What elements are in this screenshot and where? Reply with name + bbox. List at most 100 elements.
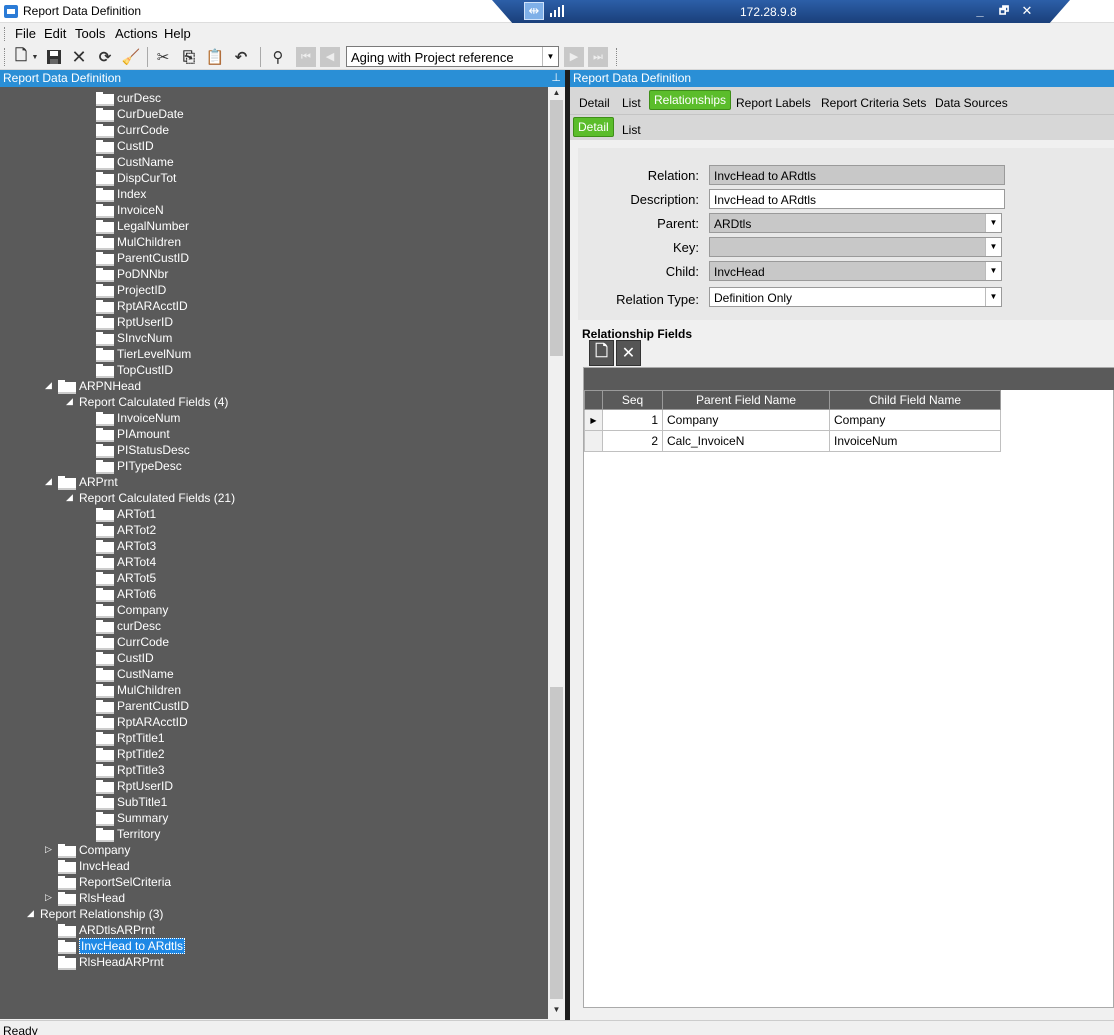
tree-node[interactable]: DispCurTot	[96, 170, 176, 186]
tab-detail[interactable]: Detail	[575, 94, 614, 112]
collapse-icon[interactable]: ◢	[27, 908, 37, 920]
scroll-down-icon[interactable]: ▼	[550, 1005, 563, 1017]
child-combo[interactable]: InvcHead ▼	[709, 261, 1002, 281]
scroll-up-icon[interactable]: ▲	[550, 88, 563, 100]
tab-relationships[interactable]: Relationships	[649, 90, 732, 110]
tree-node[interactable]: SInvcNum	[96, 330, 172, 346]
chevron-down-icon[interactable]: ▼	[985, 288, 1001, 306]
tab-list[interactable]: List	[618, 94, 645, 112]
tree-scrollbar[interactable]: ▲ ▼	[548, 87, 565, 1019]
tree-node[interactable]: Territory	[96, 826, 160, 842]
tree-node[interactable]: LegalNumber	[96, 218, 189, 234]
tree-node[interactable]: Company	[96, 602, 168, 618]
copy-icon[interactable]: ⎘	[179, 47, 199, 67]
tree-node[interactable]: ARTot6	[96, 586, 156, 602]
tree-node[interactable]: ARTot4	[96, 554, 156, 570]
tree-node[interactable]: ReportSelCriteria	[58, 874, 171, 890]
tree-node[interactable]: RptTitle2	[96, 746, 165, 762]
menu-help[interactable]: Help	[164, 26, 191, 41]
undo-icon[interactable]: ↶	[231, 47, 251, 67]
tab-data-sources[interactable]: Data Sources	[931, 94, 1012, 112]
tree-node[interactable]: RptUserID	[96, 778, 173, 794]
description-field[interactable]: InvcHead to ARdtls	[709, 189, 1005, 209]
column-header-parent-field[interactable]: Parent Field Name	[662, 390, 830, 410]
tree-node[interactable]: PIStatusDesc	[96, 442, 190, 458]
paste-icon[interactable]: 📋	[205, 47, 225, 67]
seq-cell[interactable]: 2	[602, 430, 663, 452]
row-selector-arrow-icon[interactable]: ▶	[584, 409, 603, 431]
table-row[interactable]: 2 Calc_InvoiceN InvoiceNum	[584, 430, 1001, 452]
column-header-seq[interactable]: Seq	[602, 390, 663, 410]
tree-node[interactable]: CustID	[96, 138, 154, 154]
tree-node[interactable]: RptTitle1	[96, 730, 165, 746]
child-field-cell[interactable]: Company	[829, 409, 1001, 431]
tree-node[interactable]: RptUserID	[96, 314, 173, 330]
tree-node[interactable]: PITypeDesc	[96, 458, 182, 474]
key-combo[interactable]: ▼	[709, 237, 1002, 257]
tree-node[interactable]: RptARAcctID	[96, 714, 188, 730]
tree-node[interactable]: ARDtlsARPrnt	[58, 922, 155, 938]
tree-node[interactable]: ◢ ARPrnt	[45, 474, 118, 490]
tree-node[interactable]: ▷ Company	[45, 842, 130, 858]
tree-node[interactable]: CurrCode	[96, 634, 169, 650]
tree-node[interactable]: RptARAcctID	[96, 298, 188, 314]
record-select-combo[interactable]: Aging with Project reference ▼	[346, 46, 559, 67]
chevron-down-icon[interactable]: ▼	[985, 262, 1001, 280]
first-record-icon[interactable]: ⏮	[296, 47, 316, 67]
tree-node[interactable]: ARTot3	[96, 538, 156, 554]
row-selector[interactable]	[584, 430, 603, 452]
tree-node[interactable]: PIAmount	[96, 426, 170, 442]
panel-splitter[interactable]	[565, 70, 570, 1020]
tree-node[interactable]: ARTot5	[96, 570, 156, 586]
delete-icon[interactable]: ✕	[69, 47, 89, 67]
expand-icon[interactable]: ▷	[45, 892, 55, 904]
column-header-child-field[interactable]: Child Field Name	[829, 390, 1001, 410]
menu-edit[interactable]: Edit	[44, 26, 66, 41]
scrollbar-track-lower[interactable]	[550, 687, 563, 999]
search-binoculars-icon[interactable]: ⚲	[268, 47, 288, 67]
tree-node[interactable]: RptTitle3	[96, 762, 165, 778]
tree-node[interactable]: curDesc	[96, 90, 161, 106]
last-record-icon[interactable]: ⏭	[588, 47, 608, 67]
parent-field-cell[interactable]: Calc_InvoiceN	[662, 430, 830, 452]
clear-icon[interactable]: 🧹	[121, 47, 141, 67]
save-icon[interactable]	[44, 47, 64, 67]
new-icon[interactable]: 🗋	[11, 47, 31, 67]
parent-field-cell[interactable]: Company	[662, 409, 830, 431]
tree-node[interactable]: RlsHeadARPrnt	[58, 954, 164, 970]
tree-node[interactable]: ARTot2	[96, 522, 156, 538]
delete-row-icon[interactable]: ✕	[616, 340, 641, 366]
tree-node[interactable]: SubTitle1	[96, 794, 167, 810]
chevron-down-icon[interactable]: ▼	[985, 214, 1001, 232]
new-row-icon[interactable]: 🗋	[589, 340, 614, 366]
tree-node[interactable]: CustName	[96, 154, 174, 170]
tree-node[interactable]: TopCustID	[96, 362, 173, 378]
tree-node[interactable]: ◢ Report Relationship (3)	[27, 906, 163, 922]
tree-node[interactable]: InvoiceNum	[96, 410, 180, 426]
tree-node[interactable]: CurrCode	[96, 122, 169, 138]
tree-node[interactable]: Index	[96, 186, 146, 202]
restore-button[interactable]: 🗗	[994, 2, 1014, 20]
collapse-icon[interactable]: ◢	[45, 380, 55, 392]
expand-icon[interactable]: ▷	[45, 844, 55, 856]
tree-node[interactable]: Summary	[96, 810, 168, 826]
tree-node[interactable]: CustID	[96, 650, 154, 666]
tree-node[interactable]: PoDNNbr	[96, 266, 168, 282]
tree-node[interactable]: ProjectID	[96, 282, 166, 298]
scrollbar-thumb[interactable]	[550, 100, 563, 356]
close-button[interactable]: ✕	[1017, 2, 1037, 20]
pin-icon[interactable]: ⊥	[551, 71, 561, 84]
tree-node[interactable]: TierLevelNum	[96, 346, 191, 362]
relation-type-combo[interactable]: Definition Only ▼	[709, 287, 1002, 307]
table-row[interactable]: ▶ 1 Company Company	[584, 409, 1001, 431]
tab-report-labels[interactable]: Report Labels	[732, 94, 815, 112]
tree-node[interactable]: ◢ Report Calculated Fields (21)	[66, 490, 235, 506]
refresh-icon[interactable]: ⟳	[95, 47, 115, 67]
tree-node[interactable]: ◢ Report Calculated Fields (4)	[66, 394, 228, 410]
tree-node[interactable]: InvcHead to ARdtls	[58, 938, 186, 954]
tree-node[interactable]: CustName	[96, 666, 174, 682]
subtab-list[interactable]: List	[618, 121, 645, 139]
prev-record-icon[interactable]: ◀	[320, 47, 340, 67]
cut-icon[interactable]: ✂	[153, 47, 173, 67]
subtab-detail[interactable]: Detail	[573, 117, 614, 137]
